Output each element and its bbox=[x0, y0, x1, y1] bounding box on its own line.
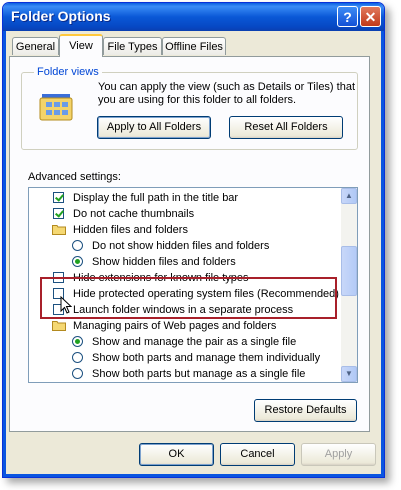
advanced-setting-label: Do not cache thumbnails bbox=[73, 208, 195, 220]
folder-views-description: You can apply the view (such as Details … bbox=[98, 81, 356, 106]
setting-radio[interactable] bbox=[72, 336, 83, 347]
window-frame-right bbox=[381, 31, 384, 477]
tab-general[interactable]: General bbox=[12, 37, 59, 55]
ok-button[interactable]: OK bbox=[139, 443, 214, 466]
setting-checkbox[interactable] bbox=[53, 208, 64, 219]
tab-view[interactable]: View bbox=[59, 34, 103, 57]
help-button[interactable]: ? bbox=[337, 6, 358, 27]
advanced-setting-label: Managing pairs of Web pages and folders bbox=[73, 320, 277, 332]
window-frame-bottom bbox=[3, 474, 384, 477]
setting-radio[interactable] bbox=[72, 256, 83, 267]
advanced-setting-label: Show both parts and manage them individu… bbox=[92, 352, 321, 364]
advanced-setting-label: Hidden files and folders bbox=[73, 224, 188, 236]
advanced-setting-label: Show and manage the pair as a single fil… bbox=[92, 336, 297, 348]
apply-button[interactable]: Apply bbox=[301, 443, 376, 466]
advanced-setting-label: Hide protected operating system files (R… bbox=[73, 288, 339, 300]
folder-views-icon bbox=[39, 94, 73, 121]
scrollbar-thumb[interactable] bbox=[341, 246, 357, 296]
reset-all-folders-button[interactable]: Reset All Folders bbox=[229, 116, 343, 139]
vertical-scrollbar[interactable]: ▲ ▼ bbox=[341, 188, 357, 382]
scroll-down-arrow-icon[interactable]: ▼ bbox=[341, 366, 357, 382]
cancel-button[interactable]: Cancel bbox=[220, 443, 295, 466]
tab-offline-files[interactable]: Offline Files bbox=[162, 37, 226, 55]
advanced-setting-label: Show both parts but manage as a single f… bbox=[92, 368, 306, 380]
folder-views-title: Folder views bbox=[34, 66, 102, 78]
scroll-up-arrow-icon[interactable]: ▲ bbox=[341, 188, 357, 204]
close-button[interactable]: ✕ bbox=[360, 6, 381, 27]
window-frame-left bbox=[3, 31, 6, 477]
advanced-setting-label: Launch folder windows in a separate proc… bbox=[73, 304, 294, 316]
folder-icon bbox=[52, 321, 66, 331]
advanced-setting-label: Do not show hidden files and folders bbox=[92, 240, 270, 252]
setting-radio[interactable] bbox=[72, 240, 83, 251]
setting-radio[interactable] bbox=[72, 368, 83, 379]
advanced-settings-label: Advanced settings: bbox=[28, 171, 121, 183]
folder-icon bbox=[52, 225, 66, 235]
mouse-cursor-icon bbox=[60, 296, 72, 314]
window-title: Folder Options bbox=[11, 8, 111, 24]
title-bar[interactable]: Folder Options ? ✕ bbox=[3, 3, 384, 31]
tab-file-types[interactable]: File Types bbox=[103, 37, 162, 55]
setting-radio[interactable] bbox=[72, 352, 83, 363]
advanced-setting-label: Hide extensions for known file types bbox=[73, 272, 249, 284]
apply-to-all-folders-button[interactable]: Apply to All Folders bbox=[97, 116, 211, 139]
setting-checkbox[interactable] bbox=[53, 272, 64, 283]
setting-checkbox[interactable] bbox=[53, 192, 64, 203]
restore-defaults-button[interactable]: Restore Defaults bbox=[254, 399, 357, 422]
advanced-setting-label: Display the full path in the title bar bbox=[73, 192, 239, 204]
advanced-setting-label: Show hidden files and folders bbox=[92, 256, 236, 268]
